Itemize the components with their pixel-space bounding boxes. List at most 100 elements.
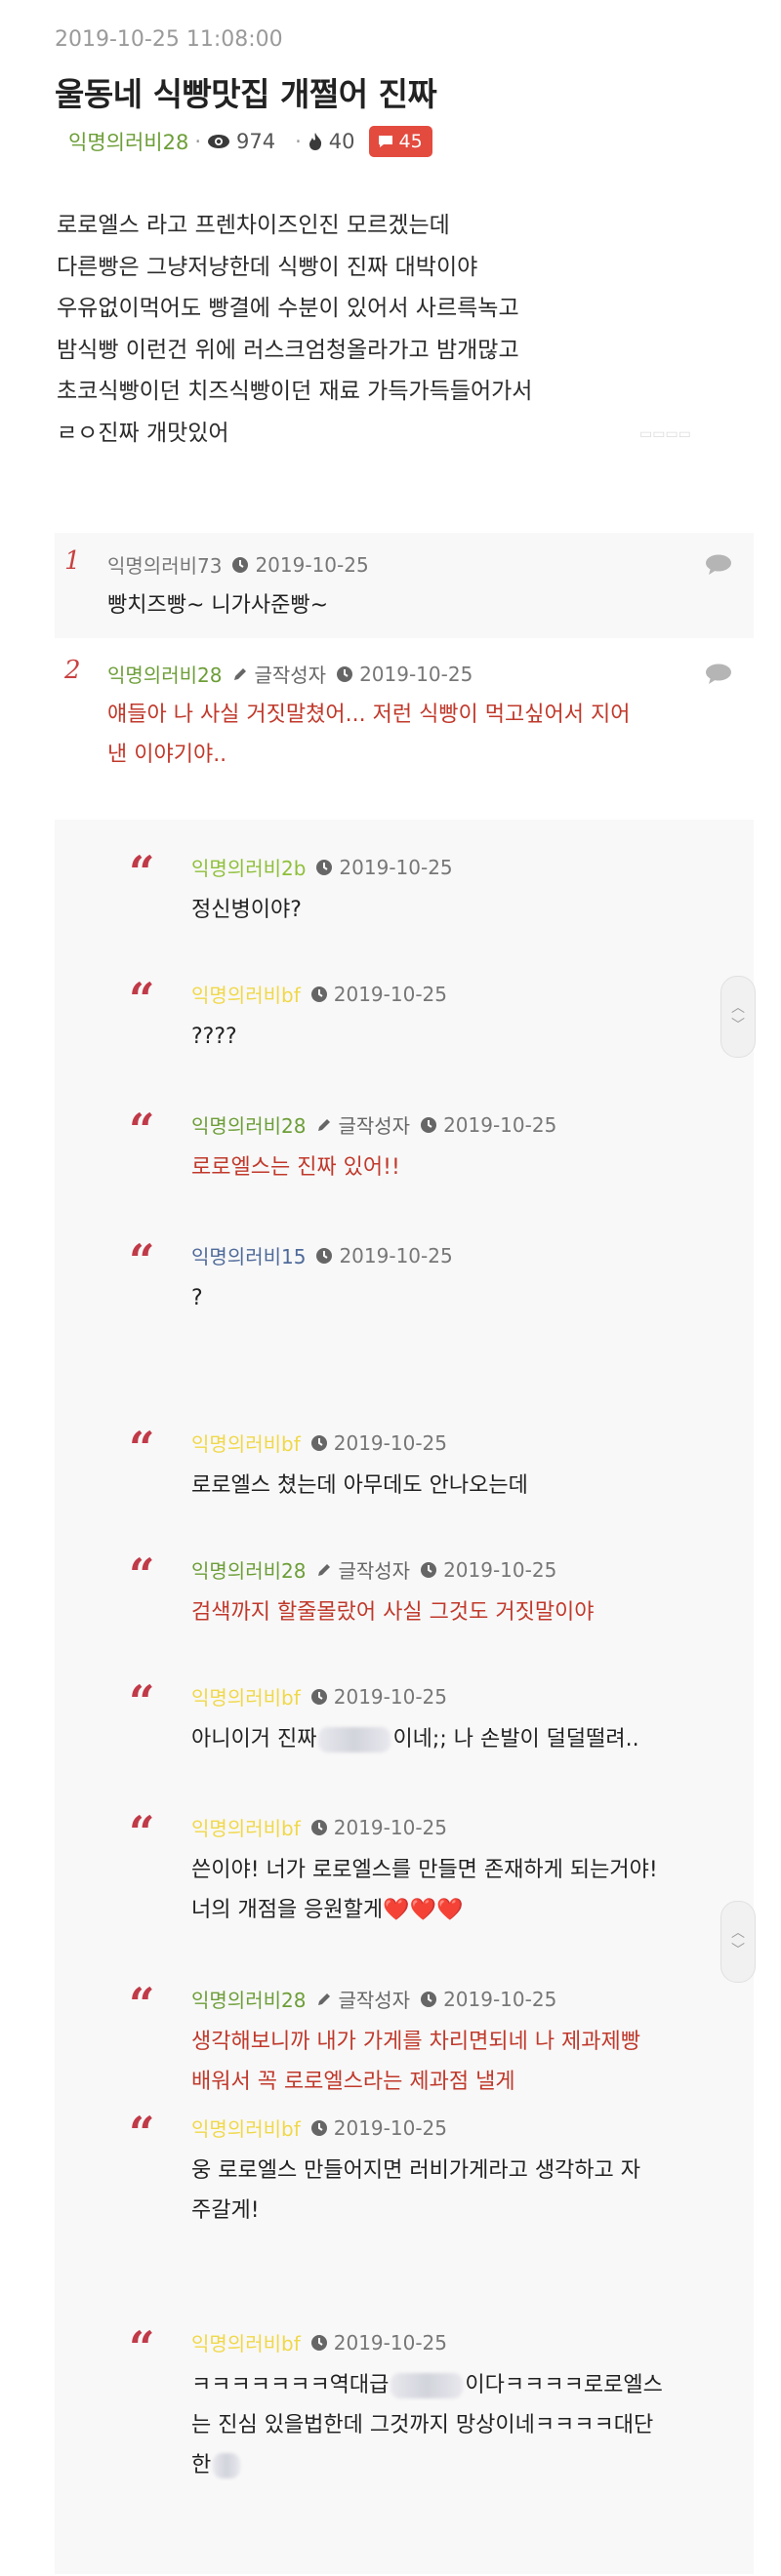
comment-number: 1 xyxy=(64,546,81,576)
quote-mark-icon: “ xyxy=(129,1422,155,1474)
reply-bubble-icon[interactable] xyxy=(705,664,732,689)
quote-mark-icon: “ xyxy=(129,1978,155,2031)
quote-mark-icon: “ xyxy=(129,1675,155,1728)
redacted-text xyxy=(318,1727,391,1752)
comment-text: 빵치즈빵~ 니가사준빵~ xyxy=(107,585,328,625)
scroll-updown-button[interactable]: ︿ ﹀ xyxy=(720,1901,756,1983)
comment-line: 이네;; 나 손발이 덜덜떨려.. xyxy=(392,1727,639,1751)
reply-bubble-icon[interactable] xyxy=(705,554,732,580)
pencil-icon xyxy=(318,1563,331,1576)
post-body-line: 밤식빵 이런건 위에 러스크엄청올라가고 밤개많고 xyxy=(57,337,519,363)
writer-tag: 글작성자 xyxy=(315,1110,410,1139)
reply-item: “ 익명의러비bf 2019-10-25 쓴이야! 너가 로로엘스를 만들면 존재하게… xyxy=(115,1805,754,1922)
comment-header: 익명의러비bf 2019-10-25 xyxy=(191,2328,447,2356)
comment-line: ???? xyxy=(191,1025,237,1049)
post-body-line: ㄹㅇ진짜 개맛있어 xyxy=(57,420,229,446)
scroll-updown-button[interactable]: ︿ ﹀ xyxy=(720,976,756,1058)
quote-mark-icon: “ xyxy=(129,973,155,1026)
pencil-icon xyxy=(318,1118,331,1131)
reply-item: “ 익명의러비28 글작성자 2019-10-25 생각해보니까 내가 가게를 차리면되… xyxy=(115,1977,754,2094)
reply-item: “ 익명의러비2b 2019-10-25 정신병이야? xyxy=(115,845,754,962)
clock-icon xyxy=(310,2119,327,2136)
comment-author[interactable]: 익명의러비28 xyxy=(191,1110,306,1139)
comment-header: 익명의러비28 글작성자 2019-10-25 xyxy=(191,1110,556,1139)
reply-item: “ 익명의러비15 2019-10-25? xyxy=(115,1233,754,1350)
reply-item: “ 익명의러비bf 2019-10-25 웅 로로엘스 만들어지면 러비가게라고 생각… xyxy=(115,2106,754,2223)
chevron-up-icon: ︿ xyxy=(731,1925,745,1941)
redacted-text xyxy=(213,2453,241,2478)
comment-author[interactable]: 익명의러비bf xyxy=(191,2113,301,2142)
comment-icon xyxy=(378,136,392,147)
post-author[interactable]: 익명의러비28 xyxy=(68,127,188,156)
clock-icon xyxy=(421,1561,437,1578)
comment-text: 웅 로로엘스 만들어지면 러비가게라고 생각하고 자 주갈게! xyxy=(191,2151,640,2231)
redacted-text xyxy=(390,2373,464,2398)
comment-date: 2019-10-25 xyxy=(310,1431,447,1455)
comment-date: 2019-10-25 xyxy=(420,1558,556,1582)
chevron-down-icon: ﹀ xyxy=(731,1943,745,1958)
reply-item: “ 익명의러비bf 2019-10-25???? xyxy=(115,972,754,1089)
quote-mark-icon: “ xyxy=(129,2107,155,2159)
comment-line: ? xyxy=(191,1286,203,1310)
comment-item: 2 익명의러비28 글작성자 2019-10-25 얘들아 나 사실 거짓말쳤어... … xyxy=(55,652,754,808)
post-body-line: 초코식빵이던 치즈식빵이던 재료 가득가득들어가서 xyxy=(57,379,533,405)
clock-icon xyxy=(232,556,249,573)
comment-header: 익명의러비bf 2019-10-25 xyxy=(191,980,447,1008)
comment-line: 너의 개점을 응원할게 xyxy=(191,1898,384,1922)
writer-tag: 글작성자 xyxy=(315,1555,410,1584)
clock-icon xyxy=(310,1434,327,1451)
clock-icon xyxy=(310,986,327,1002)
clock-icon xyxy=(421,1116,437,1133)
reply-item: “ 익명의러비28 글작성자 2019-10-25 로로엘스는 진짜 있어!! xyxy=(115,1103,754,1220)
comment-header: 익명의러비15 2019-10-25 xyxy=(191,1241,453,1269)
comment-line: 로로엘스는 진짜 있어!! xyxy=(191,1155,400,1180)
clock-icon xyxy=(316,859,333,875)
comment-text: ㅋㅋㅋㅋㅋㅋㅋ역대급 이다ㅋㅋㅋㅋ로로엘스 는 진심 있을법한데 그것까지 망상이네… xyxy=(191,2365,663,2485)
clock-icon xyxy=(310,1819,327,1835)
comment-line: 정신병이야? xyxy=(191,898,302,922)
comment-text: 아니이거 진짜 이네;; 나 손발이 덜덜떨려.. xyxy=(191,1719,639,1759)
writer-tag: 글작성자 xyxy=(231,660,326,688)
comment-date: 2019-10-25 xyxy=(231,553,369,577)
clock-icon xyxy=(316,1247,333,1264)
comment-author[interactable]: 익명의러비bf xyxy=(191,980,301,1008)
clock-icon xyxy=(310,1688,327,1705)
comment-author[interactable]: 익명의러비bf xyxy=(191,2328,301,2356)
comment-line: 배워서 꼭 로로엘스라는 제과점 낼게 xyxy=(191,2070,515,2094)
comment-header: 익명의러비28 글작성자 2019-10-25 xyxy=(107,660,473,688)
comment-date: 2019-10-25 xyxy=(315,856,453,879)
comment-text: ? xyxy=(191,1278,203,1318)
post-body-line: 로로엘스 라고 프렌차이즈인진 모르겠는데 xyxy=(57,213,450,238)
quote-mark-icon: “ xyxy=(129,2321,155,2374)
comment-author[interactable]: 익명의러비bf xyxy=(191,1429,301,1457)
comment-header: 익명의러비73 2019-10-25 xyxy=(107,550,369,579)
watermark: ▭▭▭▭ xyxy=(639,426,691,442)
comment-line: 생각해보니까 내가 가게를 차리면되네 나 제과제빵 xyxy=(191,2030,641,2054)
reply-bubble-icon xyxy=(706,664,731,684)
comment-text: 얘들아 나 사실 거짓말쳤어... 저런 식빵이 먹고싶어서 지어 낸 이야기야.… xyxy=(107,695,630,775)
comment-author[interactable]: 익명의러비73 xyxy=(107,550,222,579)
comment-author[interactable]: 익명의러비28 xyxy=(191,1985,306,2013)
comment-text: 정신병이야? xyxy=(191,890,302,930)
comment-header: 익명의러비bf 2019-10-25 xyxy=(191,1813,447,1841)
comment-author[interactable]: 익명의러비bf xyxy=(191,1682,301,1711)
comment-line: 낸 이야기야.. xyxy=(107,743,227,767)
comment-line: 아니이거 진짜 xyxy=(191,1727,317,1751)
comment-author[interactable]: 익명의러비28 xyxy=(191,1555,306,1584)
fire-icon xyxy=(308,133,321,150)
comment-header: 익명의러비28 글작성자 2019-10-25 xyxy=(191,1555,556,1584)
comment-author[interactable]: 익명의러비2b xyxy=(191,853,306,881)
pencil-icon xyxy=(234,667,247,680)
comment-line: 로로엘스 쳤는데 아무데도 안나오는데 xyxy=(191,1473,528,1498)
quote-mark-icon: “ xyxy=(129,846,155,899)
comment-author[interactable]: 익명의러비bf xyxy=(191,1813,301,1841)
reply-item: “ 익명의러비bf 2019-10-25 로로엘스 쳤는데 아무데도 안나오는데 xyxy=(115,1421,754,1538)
comment-line: 주갈게! xyxy=(191,2198,260,2223)
comment-author[interactable]: 익명의러비15 xyxy=(191,1241,306,1269)
clock-icon xyxy=(310,2334,327,2351)
comment-date: 2019-10-25 xyxy=(310,1685,447,1709)
comment-author[interactable]: 익명의러비28 xyxy=(107,660,222,688)
comment-header: 익명의러비28 글작성자 2019-10-25 xyxy=(191,1985,556,2013)
comment-count-badge[interactable]: 45 xyxy=(368,126,432,157)
comment-text: 생각해보니까 내가 가게를 차리면되네 나 제과제빵배워서 꼭 로로엘스라는 제… xyxy=(191,2022,640,2102)
